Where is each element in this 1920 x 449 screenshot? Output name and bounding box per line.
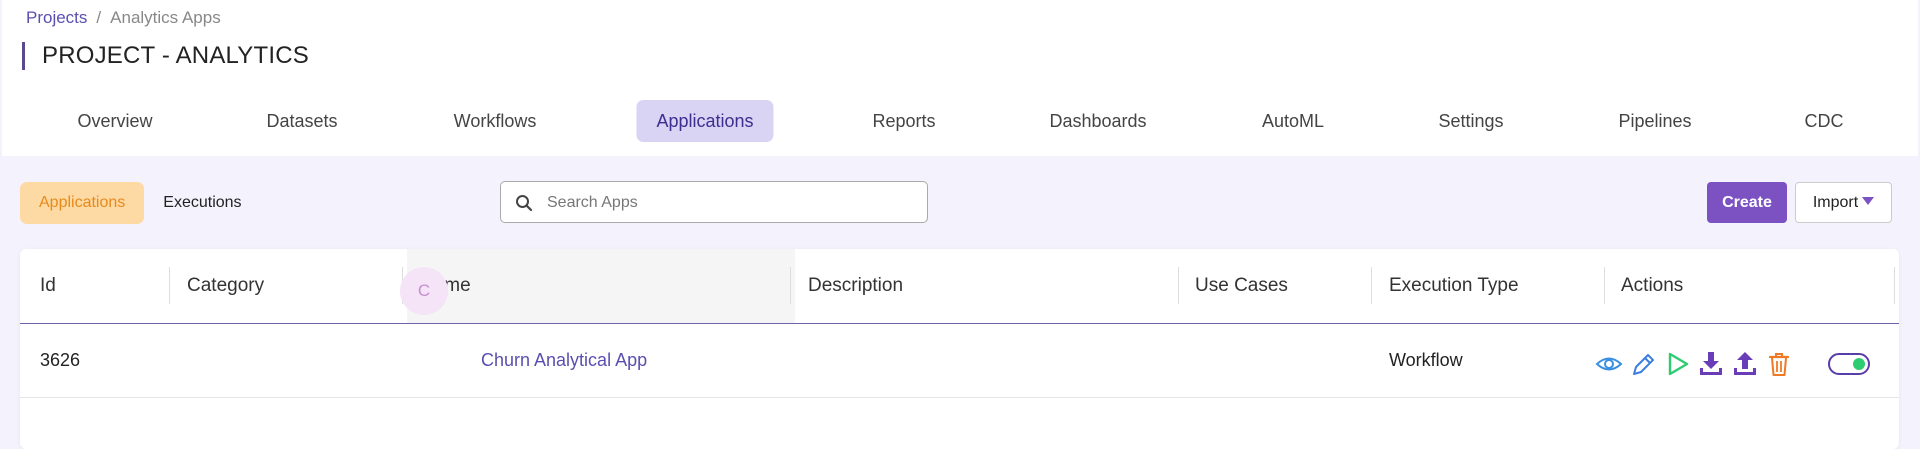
app-name-link[interactable]: Churn Analytical App bbox=[481, 324, 647, 397]
enable-toggle[interactable] bbox=[1828, 353, 1870, 375]
search-input[interactable] bbox=[545, 182, 919, 224]
project-header: Projects / Analytics Apps PROJECT - ANALYT… bbox=[2, 0, 1918, 156]
column-header-use-cases[interactable]: Use Cases bbox=[1195, 249, 1288, 323]
toggle-knob bbox=[1853, 358, 1865, 370]
column-divider[interactable] bbox=[1894, 267, 1895, 304]
breadcrumb-current: Analytics Apps bbox=[110, 8, 221, 27]
column-divider[interactable] bbox=[790, 267, 791, 304]
breadcrumb: Projects / Analytics Apps bbox=[26, 8, 221, 28]
tab-applications[interactable]: Applications bbox=[636, 100, 774, 142]
column-divider[interactable] bbox=[1371, 267, 1372, 304]
column-divider[interactable] bbox=[169, 267, 170, 304]
avatar: C bbox=[400, 267, 448, 315]
column-header-actions: Actions bbox=[1621, 275, 1684, 296]
play-icon[interactable] bbox=[1663, 349, 1691, 379]
upload-icon[interactable] bbox=[1731, 349, 1759, 379]
column-divider[interactable] bbox=[1178, 267, 1179, 304]
cell-id: 3626 bbox=[40, 350, 81, 370]
eye-icon[interactable] bbox=[1595, 349, 1623, 379]
trash-icon[interactable] bbox=[1765, 349, 1793, 379]
breadcrumb-separator: / bbox=[96, 8, 102, 27]
tab-pipelines[interactable]: Pipelines bbox=[1598, 100, 1711, 142]
import-label: Import bbox=[1812, 194, 1859, 211]
tab-dashboards[interactable]: Dashboards bbox=[1029, 100, 1166, 142]
cell-execution-type: Workflow bbox=[1389, 350, 1463, 370]
create-button[interactable]: Create bbox=[1707, 182, 1787, 223]
download-icon[interactable] bbox=[1697, 349, 1725, 379]
search-icon bbox=[516, 195, 533, 212]
page-title: PROJECT - ANALYTICS bbox=[42, 42, 309, 69]
column-header-execution-type[interactable]: Execution Type bbox=[1389, 249, 1519, 323]
tab-workflows[interactable]: Workflows bbox=[434, 100, 557, 142]
column-header-description[interactable]: Description bbox=[808, 249, 903, 323]
column-header-category[interactable]: Category bbox=[187, 249, 264, 323]
search-box bbox=[500, 181, 928, 224]
breadcrumb-projects-link[interactable]: Projects bbox=[26, 8, 87, 27]
import-button[interactable]: Import bbox=[1795, 182, 1892, 223]
caret-down-icon bbox=[1862, 196, 1875, 205]
tab-cdc[interactable]: CDC bbox=[1785, 100, 1864, 142]
subtab-executions[interactable]: Executions bbox=[144, 182, 260, 224]
pencil-icon[interactable] bbox=[1629, 349, 1657, 379]
column-divider[interactable] bbox=[1604, 267, 1605, 304]
tab-settings[interactable]: Settings bbox=[1418, 100, 1523, 142]
tab-datasets[interactable]: Datasets bbox=[246, 100, 357, 142]
column-header-id[interactable]: Id bbox=[40, 249, 56, 323]
project-tabs: Overview Datasets Workflows Applications… bbox=[2, 100, 1918, 142]
tab-reports[interactable]: Reports bbox=[852, 100, 955, 142]
table-header: Id Category Name Description Use Cases E… bbox=[20, 249, 1899, 324]
tab-automl[interactable]: AutoML bbox=[1242, 100, 1344, 142]
tab-overview[interactable]: Overview bbox=[57, 100, 172, 142]
page-title-wrapper: PROJECT - ANALYTICS bbox=[22, 42, 309, 70]
app-subtabs: Applications Executions bbox=[20, 182, 261, 224]
subtab-applications[interactable]: Applications bbox=[20, 182, 145, 224]
